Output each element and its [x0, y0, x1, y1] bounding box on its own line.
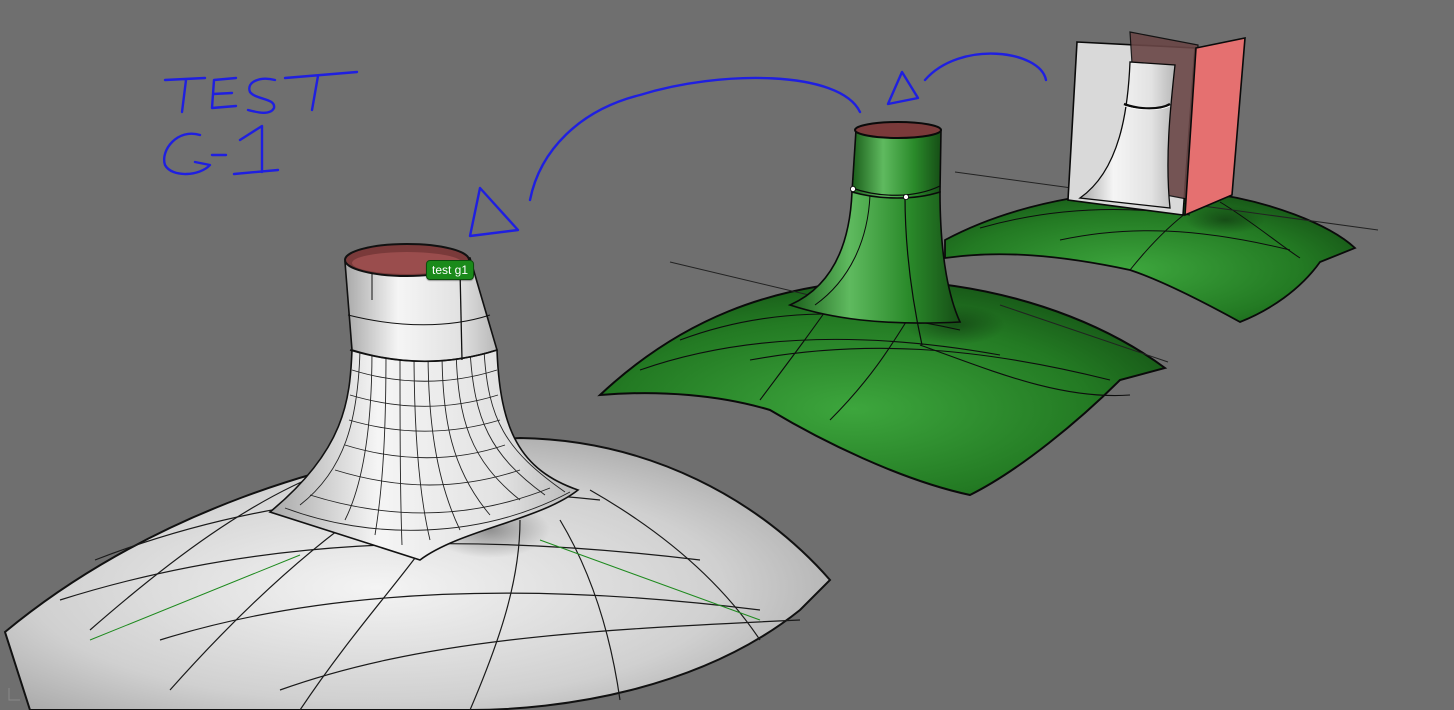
- axis-line: [669, 261, 831, 301]
- green-seam-point[interactable]: [850, 185, 857, 192]
- 3d-viewport[interactable]: test g1: [0, 0, 1454, 710]
- ink-letter-e: [210, 76, 238, 110]
- white-surface-model[interactable]: [3, 243, 832, 710]
- ink-letter-t2: [283, 70, 359, 112]
- ink-arrowhead-2: [886, 70, 920, 106]
- ink-digit-1: [232, 124, 280, 176]
- ink-letter-s: [246, 77, 277, 114]
- ink-letter-t1: [163, 76, 207, 114]
- axis-corner-icon: [8, 688, 20, 701]
- ink-arrow-curve-2: [923, 52, 1048, 82]
- ink-arrowhead-1: [468, 186, 520, 238]
- green-flared-neck[interactable]: [787, 191, 962, 324]
- green-cylinder[interactable]: [851, 129, 942, 199]
- green-seam-point-2[interactable]: [903, 193, 910, 200]
- annotation-tag-test-g1[interactable]: test g1: [426, 260, 475, 280]
- ink-arrow-curve-1: [528, 76, 862, 202]
- viewport-scene[interactable]: [0, 0, 1454, 710]
- ink-letter-g: [162, 132, 212, 176]
- trimmed-model[interactable]: [944, 31, 1379, 323]
- green-cylinder-opening: [854, 121, 942, 139]
